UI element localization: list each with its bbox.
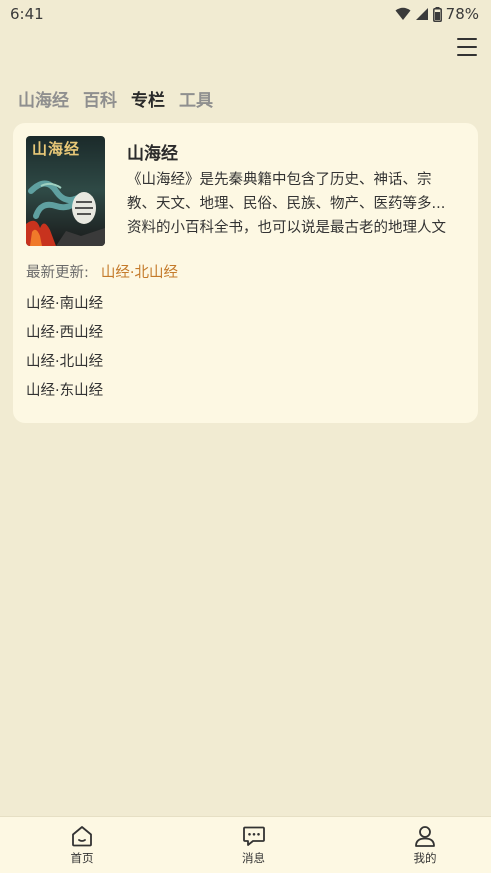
tab-shanhaijing[interactable]: 山海经 [18,86,69,111]
tab-encyclopedia[interactable]: 百科 [83,86,117,111]
nav-profile[interactable]: 我的 [400,817,450,873]
description-line: 资料的小百科全书，也可以说是最古老的地理人文 [127,220,446,236]
description-line: 教、天文、地理、民俗、民族、物产、医药等多... [127,196,446,212]
status-icons: 78% [395,5,479,23]
wifi-icon [395,7,411,20]
tab-tools[interactable]: 工具 [179,86,213,111]
home-icon [72,826,92,847]
cover-title: 山海经 [32,140,81,158]
latest-update-label: 最新更新: [26,265,89,281]
status-time: 6:41 [10,5,44,23]
book-description: 《山海经》是先秦典籍中包含了历史、神话、宗 教、天文、地理、民俗、民族、物产、医… [127,168,467,240]
tab-column[interactable]: 专栏 [131,86,165,111]
message-icon [242,826,265,846]
status-bar: 6:41 78% [0,0,491,28]
chapter-list: 山经·南山经 山经·西山经 山经·北山经 山经·东山经 [26,290,103,406]
bottom-nav: 首页 消息 我的 [0,816,491,873]
nav-home-label: 首页 [70,851,94,865]
nav-messages-label: 消息 [242,851,265,865]
nav-messages[interactable]: 消息 [229,817,279,873]
battery-level: 78% [445,5,479,23]
latest-update-link[interactable]: 山经·北山经 [101,261,178,282]
nav-home[interactable]: 首页 [57,817,107,873]
book-cover[interactable]: 山海经 [26,136,105,246]
menu-icon[interactable] [457,38,477,56]
user-icon [415,826,435,847]
book-title[interactable]: 山海经 [127,139,178,164]
chapter-item[interactable]: 山经·东山经 [26,377,103,406]
category-tabs: 山海经 百科 专栏 工具 [18,86,213,111]
latest-update: 最新更新: 山经·北山经 [26,261,178,282]
chapter-item[interactable]: 山经·北山经 [26,348,103,377]
chapter-item[interactable]: 山经·南山经 [26,290,103,319]
nav-profile-label: 我的 [413,851,437,865]
battery-icon [432,6,442,22]
description-line: 《山海经》是先秦典籍中包含了历史、神话、宗 [127,172,432,188]
chapter-item[interactable]: 山经·西山经 [26,319,103,348]
signal-icon [415,8,428,20]
book-card[interactable]: 山海经 山海经 《山海经》是先秦典籍中包含了历史、神话、宗 教、天文、地理、民俗… [13,123,478,423]
